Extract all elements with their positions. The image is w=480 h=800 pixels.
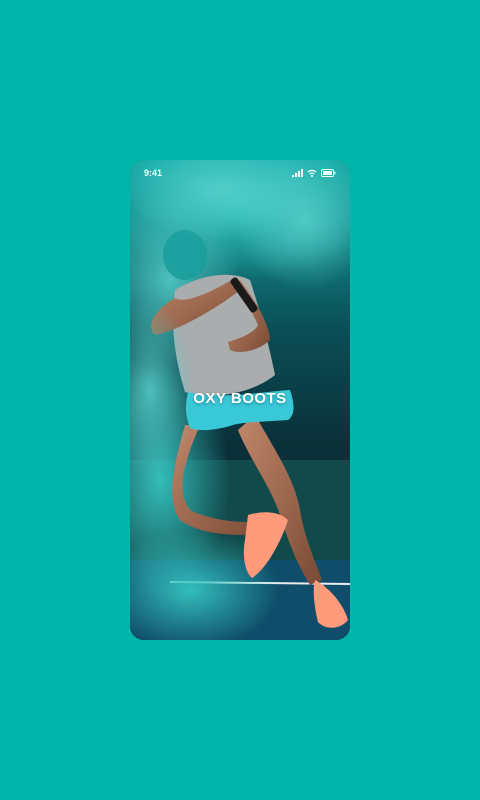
- status-icons: [292, 169, 336, 177]
- phone-screen: 9:41 OXY BOOTS: [130, 160, 350, 640]
- status-bar: 9:41: [130, 160, 350, 186]
- brand-title: OXY BOOTS: [193, 390, 287, 407]
- signal-icon: [292, 169, 303, 177]
- status-time: 9:41: [144, 168, 163, 178]
- wifi-icon: [307, 169, 317, 177]
- app-preview-background: 9:41 OXY BOOTS: [0, 0, 480, 800]
- battery-icon: [321, 169, 336, 177]
